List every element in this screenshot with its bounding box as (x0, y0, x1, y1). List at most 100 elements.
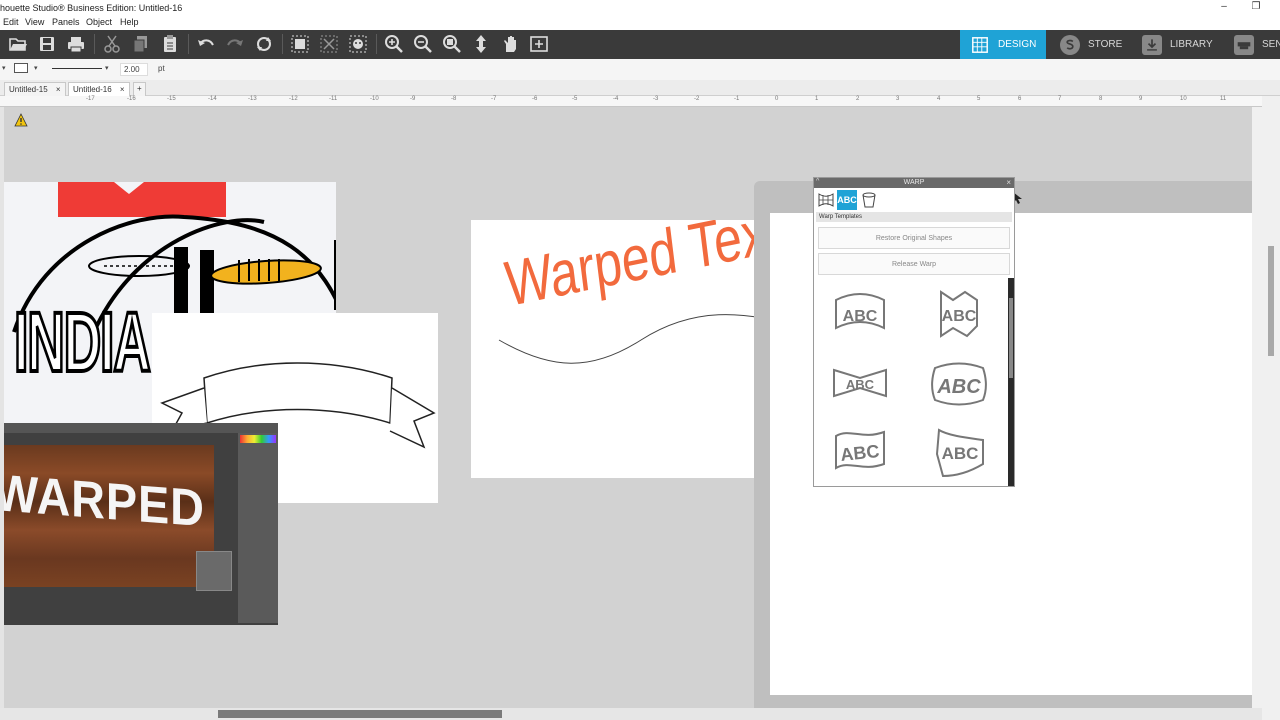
tab-library[interactable]: LIBRARY (1142, 30, 1232, 59)
line-style-chevron-icon[interactable]: ▾ (34, 64, 38, 72)
paste-icon[interactable] (158, 33, 182, 55)
line-width-unit: pt (158, 64, 165, 73)
horizontal-ruler: -17 -16 -15 -14 -13 -12 -11 -10 -9 -8 -7 -6 -5 -4 -3 -2… (0, 96, 1262, 107)
move-icon[interactable] (469, 33, 493, 55)
menu-bar: Edit View Panels Object Help (0, 16, 1280, 30)
svg-text:ABC: ABC (839, 441, 880, 465)
close-icon[interactable]: × (1006, 178, 1011, 187)
svg-text:ABC: ABC (942, 444, 979, 463)
embedded-dialog (196, 551, 232, 591)
new-tab-button[interactable]: + (133, 82, 146, 96)
warp-scrollbar[interactable] (1008, 278, 1014, 486)
vertical-scrollbar[interactable] (1262, 96, 1280, 708)
ruler-label: 9 (1139, 96, 1143, 102)
design-canvas[interactable]: INDIA WARPED Warped Text (4, 107, 1252, 708)
collapse-icon[interactable]: ^ (816, 178, 819, 185)
tab-send[interactable]: SEN (1234, 30, 1280, 59)
restore-original-shapes-button[interactable]: Restore Original Shapes (818, 227, 1010, 249)
trace-icon[interactable] (346, 33, 370, 55)
release-warp-button[interactable]: Release Warp (818, 253, 1010, 275)
warp-template-shield[interactable]: ABC (929, 426, 989, 478)
ruler-label: -9 (410, 96, 416, 102)
tab-store[interactable]: STORE (1060, 30, 1140, 59)
ruler-label: 4 (937, 96, 941, 102)
tab-untitled-16[interactable]: Untitled-16 × (68, 82, 130, 96)
ruler-label: 5 (977, 96, 981, 102)
warp-scroll-thumb[interactable] (1009, 298, 1013, 378)
horizontal-scroll-thumb[interactable] (218, 710, 502, 718)
ungroup-icon[interactable] (317, 33, 341, 55)
window-title: houette Studio® Business Edition: Untitl… (0, 3, 183, 13)
line-preview (52, 68, 102, 69)
cut-icon[interactable] (100, 33, 124, 55)
warp-template-wave[interactable]: ABC (830, 426, 890, 478)
ruler-label: -7 (491, 96, 497, 102)
minimize-button[interactable]: – (1216, 1, 1232, 12)
ruler-label: -6 (532, 96, 538, 102)
ruler-label: 10 (1180, 96, 1187, 102)
wood-text-screenshot[interactable]: WARPED (4, 423, 278, 625)
ruler-label: -16 (127, 96, 136, 102)
ruler-label: -2 (694, 96, 700, 102)
line-style-swatch[interactable] (14, 63, 28, 73)
tab-untitled-15[interactable]: Untitled-15 × (4, 82, 66, 96)
menu-view[interactable]: View (25, 17, 44, 27)
fit-icon[interactable] (527, 33, 551, 55)
line-width-chevron-icon[interactable]: ▾ (105, 64, 109, 72)
ruler-label: 3 (896, 96, 900, 102)
folder-open-icon[interactable] (6, 33, 30, 55)
ruler-label: -1 (734, 96, 740, 102)
svg-text:ABC: ABC (942, 308, 977, 325)
ruler-label: 11 (1220, 96, 1227, 102)
ruler-label: 1 (815, 96, 819, 102)
tab-design[interactable]: DESIGN (960, 30, 1046, 59)
copy-icon[interactable] (129, 33, 153, 55)
ruler-label: -3 (653, 96, 659, 102)
library-download-icon (1142, 34, 1162, 55)
vertical-scroll-thumb[interactable] (1268, 246, 1274, 356)
warp-panel: WARP ^ × ABC Warp Templates Restore Orig… (813, 177, 1015, 487)
ruler-label: 7 (1058, 96, 1062, 102)
zoom-in-icon[interactable] (382, 33, 406, 55)
send-cutter-icon (1234, 34, 1254, 55)
save-icon[interactable] (35, 33, 59, 55)
group-icon[interactable] (288, 33, 312, 55)
warp-templates-label: Warp Templates (816, 212, 1012, 222)
restore-button[interactable]: ❐ (1248, 1, 1264, 12)
ruler-label: -14 (208, 96, 217, 102)
warp-grid-icon[interactable] (817, 191, 835, 214)
plus-icon: + (137, 84, 142, 93)
horizontal-scrollbar[interactable] (0, 708, 1262, 720)
svg-text:ABC: ABC (843, 308, 878, 325)
warp-template-bowtie[interactable]: ABC (830, 358, 890, 410)
warp-template-arch[interactable]: ABC (830, 288, 890, 340)
close-icon[interactable]: × (56, 85, 61, 94)
replicate-icon[interactable] (252, 33, 276, 55)
warp-template-bulge[interactable]: ABC (929, 358, 989, 410)
chevron-down-icon[interactable]: ▾ (2, 64, 6, 72)
document-tabs: Untitled-15 × Untitled-16 × + (0, 80, 1280, 96)
warp-text-icon[interactable]: ABC (837, 190, 857, 210)
zoom-select-icon[interactable] (440, 33, 464, 55)
warning-icon[interactable] (14, 113, 28, 132)
menu-help[interactable]: Help (120, 17, 139, 27)
main-toolbar: DESIGN STORE LIBRARY SEN (0, 30, 1280, 59)
menu-object[interactable]: Object (86, 17, 112, 27)
warp-template-flag[interactable]: ABC (929, 288, 989, 340)
ruler-label: -15 (167, 96, 176, 102)
embedded-color-swatches (240, 435, 276, 443)
close-icon[interactable]: × (120, 85, 125, 94)
football-text: INDIA (13, 295, 152, 389)
warp-cylinder-icon[interactable] (861, 191, 877, 214)
line-width-input[interactable]: 2.00 (120, 63, 148, 76)
zoom-out-icon[interactable] (411, 33, 435, 55)
print-icon[interactable] (64, 33, 88, 55)
ruler-label: 6 (1018, 96, 1022, 102)
pan-icon[interactable] (498, 33, 522, 55)
undo-icon[interactable] (194, 33, 218, 55)
ruler-label: -5 (572, 96, 578, 102)
redo-icon[interactable] (223, 33, 247, 55)
menu-panels[interactable]: Panels (52, 17, 80, 27)
ruler-label: 2 (856, 96, 860, 102)
menu-edit[interactable]: Edit (3, 17, 19, 27)
